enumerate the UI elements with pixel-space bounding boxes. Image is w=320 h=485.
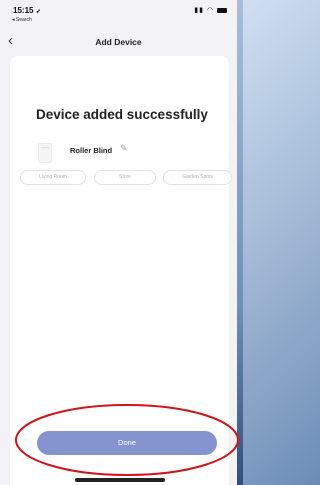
signal-icon: ▮▮: [194, 7, 204, 14]
status-time: 15:15 ➶: [13, 6, 41, 15]
room-chip-living-room[interactable]: Living Room: [20, 170, 86, 185]
status-icons: ▮▮ ◠: [194, 6, 227, 14]
device-name: Roller Blind: [70, 146, 113, 155]
phone-screen: 15:15 ➶ ◂ Search ▮▮ ◠ ‹ Add Device Devic…: [0, 0, 237, 485]
nav-bar: ‹ Add Device: [0, 30, 237, 56]
result-card: Device added successfully Roller Blind ✎…: [10, 56, 232, 485]
room-chip-garden-spots[interactable]: Garden Spots: [163, 170, 232, 185]
room-chip-store[interactable]: Store: [94, 170, 156, 185]
done-button[interactable]: Done: [37, 431, 217, 455]
success-headline: Device added successfully: [36, 107, 208, 122]
location-arrow-icon: ➶: [35, 9, 41, 15]
roller-blind-icon: [38, 143, 52, 163]
home-indicator: [75, 478, 165, 482]
back-to-search-link[interactable]: ◂ Search: [12, 17, 32, 23]
wifi-icon: ◠: [206, 7, 215, 14]
room-chips: Living Room Store Garden Spots: [20, 170, 232, 186]
page-title: Add Device: [95, 37, 142, 47]
battery-icon: [217, 7, 227, 13]
pencil-icon[interactable]: ✎: [120, 143, 128, 154]
status-bar: 15:15 ➶ ◂ Search ▮▮ ◠: [0, 0, 237, 30]
